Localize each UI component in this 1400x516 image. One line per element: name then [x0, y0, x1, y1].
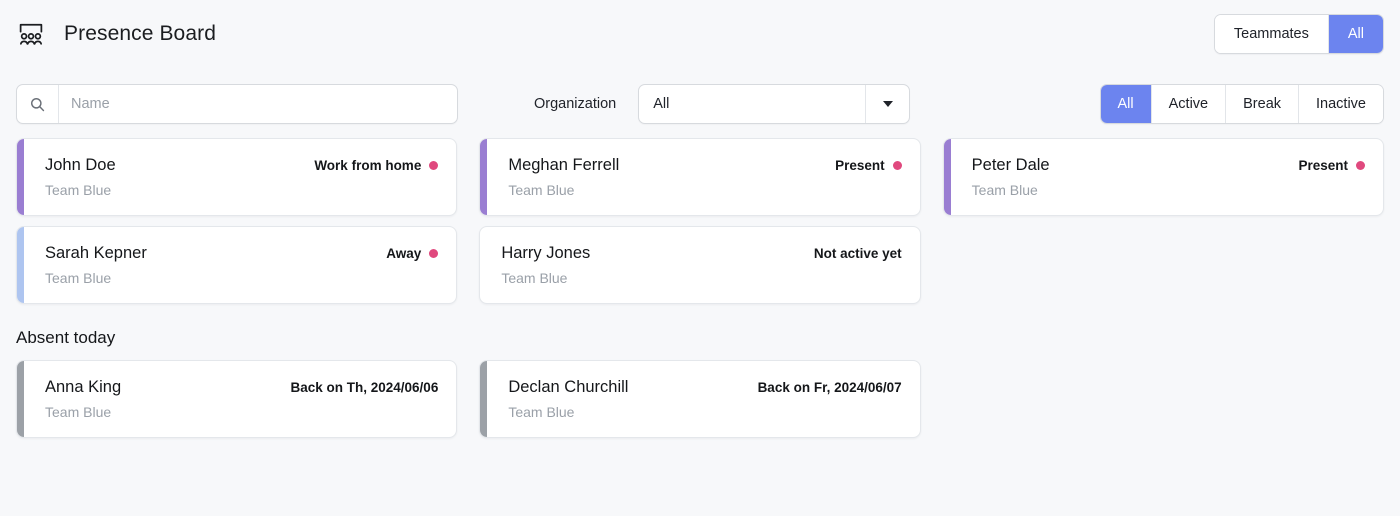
organization-filter-group: Organization All	[534, 84, 911, 124]
person-name: Harry Jones	[501, 244, 591, 262]
person-card[interactable]: Peter Dale Present Team Blue	[942, 138, 1384, 216]
card-top-row: Declan Churchill Back on Fr, 2024/06/07	[508, 378, 901, 397]
status-text: Present	[1298, 158, 1348, 173]
card-body: Harry Jones Not active yet Team Blue	[480, 227, 919, 303]
page-title: Presence Board	[64, 22, 216, 45]
person-card[interactable]: John Doe Work from home Team Blue	[16, 138, 458, 216]
status-tab-inactive[interactable]: Inactive	[1299, 85, 1383, 123]
person-name: Declan Churchill	[508, 378, 629, 396]
status-badge: Back on Fr, 2024/06/07	[758, 380, 902, 395]
people-group-icon	[16, 19, 46, 49]
status-text: Present	[835, 158, 885, 173]
team-name: Team Blue	[45, 182, 112, 198]
search-icon[interactable]	[17, 85, 59, 123]
person-name: Anna King	[45, 378, 122, 396]
person-card[interactable]: Meghan Ferrell Present Team Blue	[479, 138, 921, 216]
search-group[interactable]	[16, 84, 458, 124]
status-tab-active[interactable]: Active	[1151, 85, 1227, 123]
person-name: John Doe	[45, 156, 116, 174]
card-accent-bar	[943, 139, 951, 215]
team-name: Team Blue	[501, 270, 568, 286]
card-top-row: Meghan Ferrell Present	[508, 156, 902, 175]
card-body: John Doe Work from home Team Blue	[24, 139, 456, 215]
status-text: Work from home	[314, 158, 422, 173]
card-accent-bar	[480, 139, 488, 215]
person-name: Peter Dale	[971, 156, 1050, 174]
person-card[interactable]: Harry Jones Not active yet Team Blue	[479, 226, 921, 304]
organization-selected-value: All	[653, 96, 670, 112]
team-name: Team Blue	[508, 404, 575, 420]
scope-toggle[interactable]: Teammates All	[1213, 14, 1384, 54]
scope-option-all[interactable]: All	[1328, 15, 1383, 53]
status-tab-break[interactable]: Break	[1226, 85, 1300, 123]
organization-label: Organization	[534, 96, 617, 112]
card-body: Anna King Back on Th, 2024/06/06 Team Blue	[24, 361, 456, 437]
filter-bar: Organization All All Active Break Inacti…	[16, 80, 1384, 128]
status-badge: Not active yet	[814, 246, 902, 261]
card-top-row: Peter Dale Present	[972, 156, 1365, 175]
status-text: Back on Th, 2024/06/06	[290, 380, 439, 395]
team-name: Team Blue	[45, 404, 112, 420]
status-tab-all[interactable]: All	[1100, 85, 1152, 123]
status-badge: Away	[386, 246, 439, 261]
status-text: Not active yet	[813, 246, 902, 261]
person-card[interactable]: Sarah Kepner Away Team Blue	[16, 226, 458, 304]
search-input[interactable]	[59, 85, 457, 123]
header-left-group: Presence Board	[16, 19, 216, 49]
card-body: Meghan Ferrell Present Team Blue	[487, 139, 919, 215]
person-card[interactable]: Declan Churchill Back on Fr, 2024/06/07 Te…	[479, 360, 921, 438]
card-top-row: John Doe Work from home	[45, 156, 439, 175]
status-filter-tabs[interactable]: All Active Break Inactive	[1099, 84, 1384, 124]
presence-card-grid: John Doe Work from home Team Blue Meghan Fe…	[16, 138, 1384, 304]
card-top-row: Harry Jones Not active yet	[501, 244, 901, 263]
status-text: Back on Fr, 2024/06/07	[757, 380, 902, 395]
person-name: Meghan Ferrell	[508, 156, 620, 174]
status-dot-icon	[429, 161, 439, 170]
card-top-row: Anna King Back on Th, 2024/06/06	[45, 378, 438, 397]
organization-select[interactable]: All	[638, 84, 911, 124]
card-body: Peter Dale Present Team Blue	[951, 139, 1383, 215]
person-card[interactable]: Anna King Back on Th, 2024/06/06 Team Blue	[16, 360, 458, 438]
card-top-row: Sarah Kepner Away	[45, 244, 439, 263]
absent-section-title: Absent today	[16, 328, 116, 347]
person-name: Sarah Kepner	[45, 244, 147, 262]
card-accent-bar	[480, 361, 488, 437]
card-accent-bar	[17, 361, 24, 437]
team-name: Team Blue	[45, 270, 112, 286]
app-header: Presence Board Teammates All	[0, 0, 1400, 68]
status-dot-icon	[429, 249, 439, 258]
card-body: Declan Churchill Back on Fr, 2024/06/07 Te…	[487, 361, 919, 437]
status-text: Away	[386, 246, 422, 261]
card-body: Sarah Kepner Away Team Blue	[24, 227, 456, 303]
absent-card-grid: Anna King Back on Th, 2024/06/06 Team Blue…	[16, 360, 1384, 438]
card-accent-bar	[17, 227, 24, 303]
status-badge: Present	[835, 158, 902, 173]
team-name: Team Blue	[971, 182, 1038, 198]
card-accent-bar	[17, 139, 24, 215]
status-badge: Work from home	[314, 158, 439, 173]
chevron-down-icon[interactable]	[865, 85, 909, 123]
team-name: Team Blue	[508, 182, 575, 198]
status-dot-icon	[892, 161, 902, 170]
status-badge: Present	[1298, 158, 1365, 173]
scope-option-teammates[interactable]: Teammates	[1214, 15, 1329, 53]
status-dot-icon	[1356, 161, 1365, 170]
status-badge: Back on Th, 2024/06/06	[291, 380, 439, 395]
